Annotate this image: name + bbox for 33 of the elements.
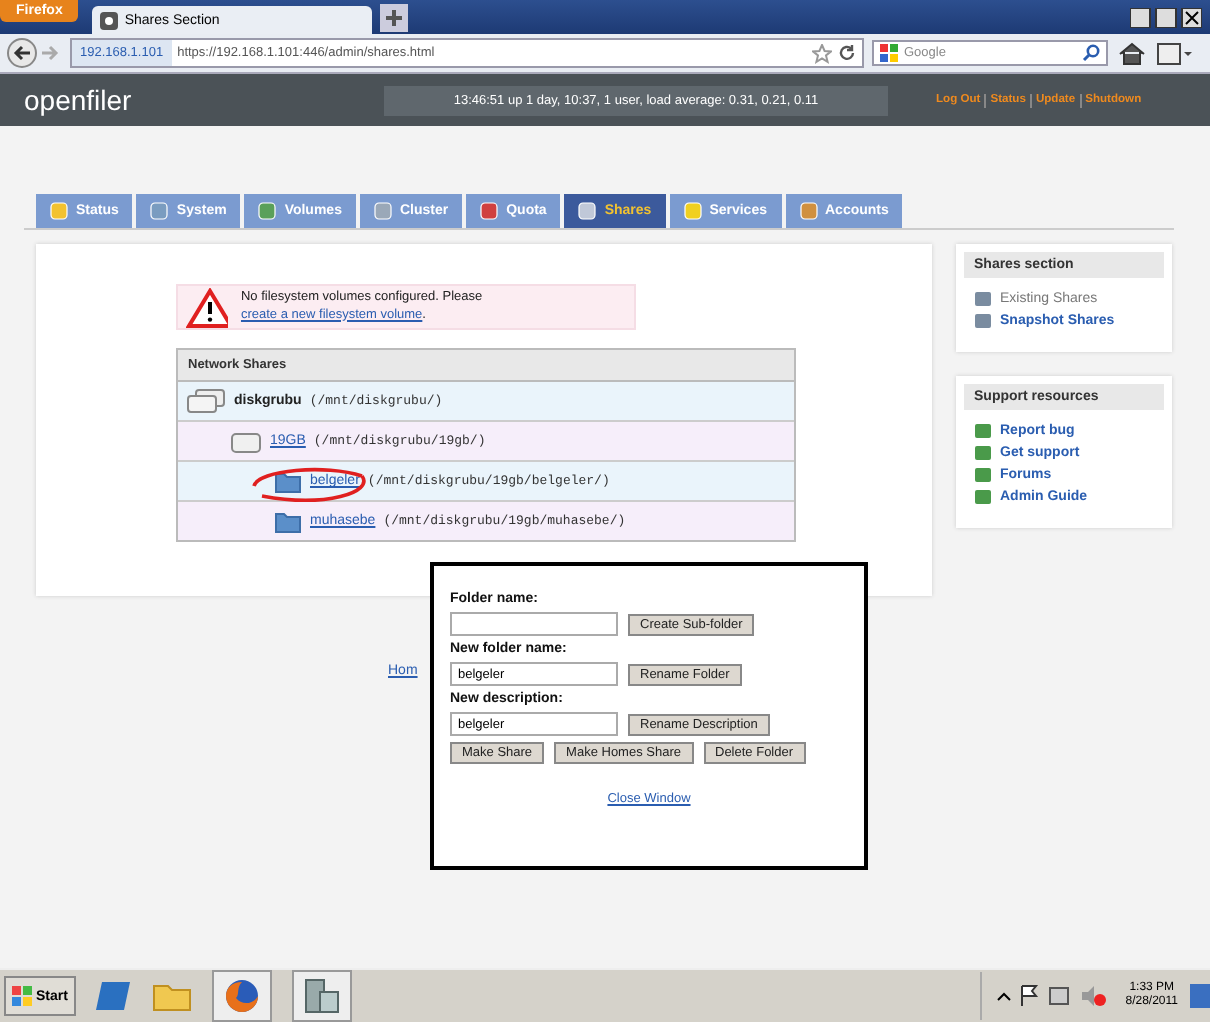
home-icon[interactable] [1116, 39, 1148, 67]
firefox-icon[interactable] [211, 970, 272, 1022]
drive-icon [230, 429, 262, 453]
bullet-icon [974, 312, 992, 330]
openfiler-logo: openfiler [24, 84, 134, 116]
search-icon[interactable] [1082, 44, 1100, 62]
search-engine-icon [880, 44, 898, 62]
tab-icon [683, 202, 702, 220]
star-icon[interactable] [812, 43, 832, 63]
tab-icon [373, 202, 392, 220]
page-icon [100, 11, 119, 29]
bookmarks-icon[interactable] [1156, 39, 1192, 67]
drives-icon [186, 388, 226, 414]
bullet-icon [974, 488, 992, 506]
window-controls-icon[interactable] [1130, 7, 1202, 27]
bullet-icon [974, 422, 992, 440]
folder-icon [274, 509, 302, 533]
plus-icon[interactable] [380, 4, 409, 32]
back-forward-icon[interactable] [6, 38, 62, 68]
tab-icon [258, 202, 277, 220]
tab-icon [150, 202, 169, 220]
tab-icon [50, 202, 68, 220]
tab-icon [480, 202, 499, 220]
bullet-icon [974, 290, 992, 308]
tab-icon [578, 202, 597, 220]
bullet-icon [974, 466, 992, 484]
folder-icon [274, 469, 302, 493]
input-field[interactable] [450, 612, 618, 636]
reload-icon[interactable] [838, 44, 856, 62]
warning-icon [186, 287, 229, 327]
tab-icon [799, 202, 817, 220]
bullet-icon [974, 444, 992, 462]
windows-logo-icon [12, 986, 32, 1006]
